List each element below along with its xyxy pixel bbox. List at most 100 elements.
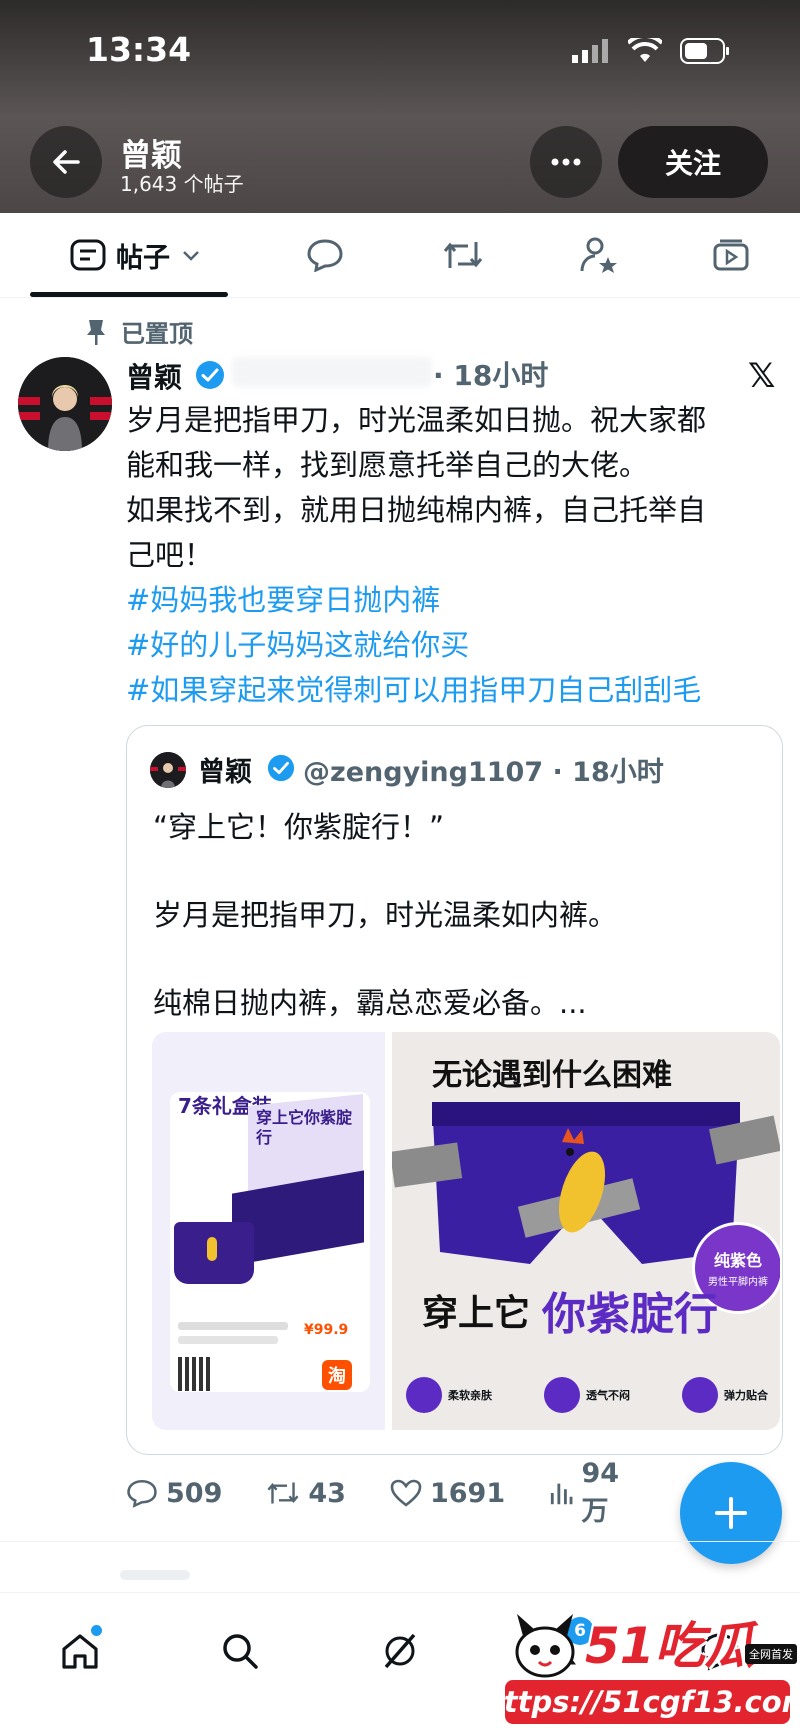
difficulty-banner: 无论遇到什么困难 [432,1058,672,1093]
posts-icon [70,239,106,271]
product-image-giftbox[interactable]: 7条礼盒装 穿上它你紫腚行 ¥99.9 淘 [152,1032,385,1430]
quote-author-name: 曾颖 [198,757,252,788]
view-count: 94万 [581,1458,620,1527]
feature-item: 柔软亲肤 [406,1370,492,1420]
media-icon [713,239,749,271]
compose-fab-button[interactable] [680,1462,782,1564]
tweet-line: 能和我一样，找到愿意托举自己的大佬。 [126,448,649,482]
quote-text: “穿上它！你紫腚行！” 岁月是把指甲刀，时光温柔如内裤。 纯棉日抛内裤，霸总恋爱… [153,805,617,1025]
chevron-down-icon [183,251,199,261]
verified-badge-icon [196,361,224,389]
back-button[interactable] [30,126,102,198]
post-time: · 18小时 [433,359,549,392]
product-image-briefs[interactable]: 无论遇到什么困难 纯紫色 男性平脚内裤 穿上它 你紫腚行 柔软亲肤 透气不闷 弹… [392,1032,780,1430]
signal-icon [572,39,608,63]
wifi-icon [628,38,662,62]
like-button[interactable]: 1691 [390,1478,505,1509]
cloud-icon [406,1377,442,1413]
feature-item: 透气不闷 [544,1370,630,1420]
taobao-badge: 淘 [322,1360,352,1390]
status-time: 13:34 [86,30,192,69]
quote-avatar-photo [150,752,186,788]
repost-button[interactable]: 43 [266,1478,346,1509]
product-desc-line [178,1336,278,1344]
views-button[interactable]: 94万 [549,1458,642,1528]
quote-handle-time: @zengying1107 · 18小时 [303,757,664,788]
more-button[interactable] [530,126,602,198]
qr-code [178,1357,212,1391]
product-price: ¥99.9 [304,1322,349,1338]
home-icon [62,1634,98,1669]
active-tab-indicator [30,292,228,297]
author-name[interactable]: 曾颖 [126,356,182,396]
divider [0,1541,800,1542]
box-tagline: 穿上它你紫腚行 [256,1108,353,1147]
slogan-b: 你紫腚行 [542,1289,718,1340]
feature-item: 弹力贴合 [682,1370,768,1420]
feature-label: 透气不闷 [586,1389,630,1402]
battery-icon [680,38,729,64]
tweet-actions: 509 43 1691 94万 [126,1458,686,1527]
profile-tabs: 帖子 [0,213,800,298]
status-icons [572,38,730,64]
watermark-logo: 51吃瓜 [585,1617,755,1675]
tweet-line: 己吧！ [126,538,214,572]
tweet-line: 岁月是把指甲刀，时光温柔如日抛。祝大家都 [126,403,707,437]
watermark-url: https://51cgf13.com [483,1680,800,1724]
reply-button[interactable]: 509 [126,1478,222,1509]
reply-icon [127,1479,157,1508]
pinned-row: 已置顶 [85,314,193,349]
tweet-line: 如果找不到，就用日抛纯棉内裤，自己托举自 [126,493,707,527]
tab-highlights[interactable] [564,213,634,297]
reply-count: 509 [166,1477,223,1509]
quote-verified-badge-icon [267,754,295,782]
quote-line [153,937,617,981]
stretch-icon [682,1377,718,1413]
quote-line: 纯棉日抛内裤，霸总恋爱必备。... [153,986,587,1020]
search-icon [223,1634,258,1669]
pin-icon [87,319,105,345]
avatar[interactable] [18,357,112,451]
repost-icon [267,1482,299,1504]
hashtag-link[interactable]: #好的儿子妈妈这就给你买 [126,623,776,668]
quote-line [153,849,617,893]
reply-bubble-icon [307,239,343,272]
repost-icon [443,242,483,268]
feature-label: 柔软亲肤 [448,1389,492,1402]
home-unread-dot [91,1625,102,1636]
back-arrow-icon [53,150,80,174]
banana-mini [207,1237,217,1261]
tab-posts-label: 帖子 [116,242,170,274]
tab-posts[interactable]: 帖子 [50,213,220,297]
more-dots-icon [551,158,581,166]
heart-icon [390,1479,422,1507]
tab-reposts[interactable] [428,213,498,297]
hashtag-link[interactable]: #妈妈我也要穿日抛内裤 [126,578,776,623]
nav-grok[interactable] [370,1621,430,1681]
grok-x-icon[interactable]: 𝕏 [748,356,775,396]
quote-line: 岁月是把指甲刀，时光温柔如内裤。 [153,898,618,932]
user-star-icon [580,237,617,273]
avatar-photo [18,357,112,451]
quote-line: “穿上它！你紫腚行！” [153,810,445,844]
pinned-label: 已置顶 [121,320,193,348]
grok-icon [384,1633,416,1669]
profile-header: 13:34 曾颖 1,643 个帖子 关注 [0,0,800,213]
blurred-handle [232,357,432,387]
quote-avatar [150,752,186,788]
slogan-a: 穿上它 [422,1293,531,1334]
tab-replies[interactable] [290,213,360,297]
badge-line1: 纯紫色 [713,1251,762,1270]
plus-icon [715,1497,747,1529]
like-count: 1691 [429,1477,506,1509]
feature-label: 弹力贴合 [724,1389,768,1402]
watermark-tag: 全网首发 [745,1644,797,1664]
hashtag-link[interactable]: #如果穿起来觉得刺可以用指甲刀自己刮刮毛 [126,668,776,713]
follow-button[interactable]: 关注 [618,126,768,198]
nav-home[interactable] [50,1621,110,1681]
watermark-mascot-icon [515,1614,575,1678]
airflow-icon [544,1377,580,1413]
nav-search[interactable] [210,1621,270,1681]
tab-media[interactable] [696,213,766,297]
next-post-peek [120,1570,190,1580]
